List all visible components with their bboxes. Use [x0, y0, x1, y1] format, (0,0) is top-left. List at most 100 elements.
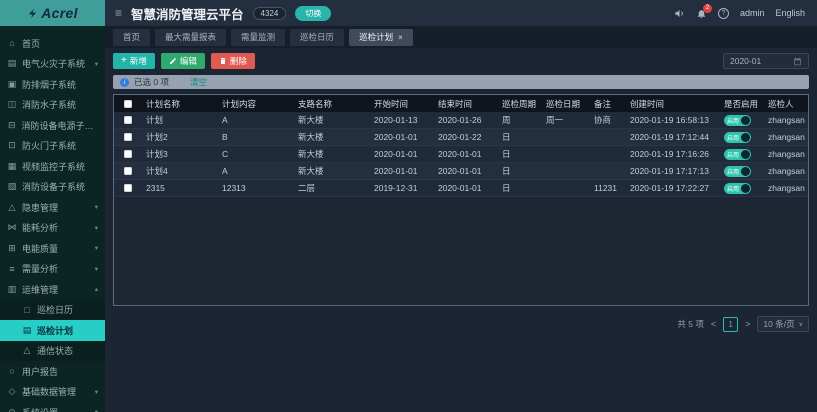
- sidebar-item-electrical-fire-subsystem[interactable]: ▤电气火灾子系统▾: [0, 54, 105, 75]
- sidebar-item-demand-analysis[interactable]: ≡需量分析▾: [0, 259, 105, 280]
- table-cell: 新大楼: [294, 131, 370, 143]
- sidebar-collapse-icon[interactable]: ≡: [115, 6, 122, 20]
- username[interactable]: admin: [740, 8, 765, 18]
- enabled-toggle[interactable]: 启用: [724, 132, 751, 143]
- content-panel: + 新增 编辑 删除 2020-01: [105, 48, 817, 412]
- sidebar-item-system-settings[interactable]: ⊙系统设置▾: [0, 402, 105, 412]
- table-row[interactable]: 计划4A新大楼2020-01-012020-01-01日2020-01-19 1…: [114, 163, 808, 180]
- sidebar-item-home[interactable]: ⌂首页: [0, 33, 105, 54]
- table-cell: 12313: [218, 183, 294, 193]
- table-cell: 2020-01-01: [370, 132, 434, 142]
- pencil-icon: [169, 57, 177, 65]
- table-row[interactable]: 计划2B新大楼2020-01-012020-01-22日2020-01-19 1…: [114, 129, 808, 146]
- current-page-button[interactable]: 1: [723, 317, 738, 332]
- enabled-toggle[interactable]: 启用: [724, 166, 751, 177]
- sidebar-item-basic-data-management[interactable]: ◇基础数据管理▾: [0, 382, 105, 403]
- sidebar-item-operations-management[interactable]: ▥运维管理▴: [0, 279, 105, 300]
- info-icon: i: [120, 78, 129, 87]
- tab-首页[interactable]: 首页: [113, 29, 150, 46]
- table-cell: 周: [498, 114, 542, 126]
- table-cell: 2020-01-19 17:12:44: [626, 132, 720, 142]
- sidebar-item-user-report[interactable]: ○用户报告: [0, 361, 105, 382]
- bell-icon[interactable]: 2: [696, 8, 707, 19]
- row-select-cell: [114, 150, 142, 158]
- column-header: 巡检日期: [542, 98, 590, 110]
- sidebar-item-energy-analysis[interactable]: ⋈能耗分析▾: [0, 218, 105, 239]
- table-cell: 日: [498, 148, 542, 160]
- select-all-checkbox[interactable]: [124, 100, 132, 108]
- sidebar-item-label: 用户报告: [22, 365, 58, 378]
- acrel-logo: Acrel: [0, 0, 105, 26]
- enabled-toggle[interactable]: 启用: [724, 183, 751, 194]
- tab-巡检计划[interactable]: 巡检计划×: [349, 29, 413, 46]
- speaker-icon[interactable]: [674, 8, 685, 19]
- tab-需量监测[interactable]: 需量监测: [231, 29, 285, 46]
- selection-info-bar: i 已选 0 项 清空: [113, 75, 809, 89]
- edit-button[interactable]: 编辑: [161, 53, 205, 69]
- enabled-toggle[interactable]: 启用: [724, 149, 751, 160]
- month-picker[interactable]: 2020-01: [723, 53, 809, 69]
- table-cell: zhangsan: [764, 115, 808, 125]
- language-switcher[interactable]: English: [775, 8, 805, 18]
- row-checkbox[interactable]: [124, 150, 132, 158]
- sidebar-item-equipment-power-subsystem[interactable]: ⊟消防设备电源子系统: [0, 115, 105, 136]
- sidebar-item-fire-water-subsystem[interactable]: ◫消防水子系统: [0, 95, 105, 116]
- tab-最大需量报表[interactable]: 最大需量报表: [155, 29, 226, 46]
- row-checkbox[interactable]: [124, 167, 132, 175]
- sidebar-item-power-quality[interactable]: ⊞电能质量▾: [0, 238, 105, 259]
- chevron-icon: ▾: [95, 388, 98, 396]
- sidebar-item-inspection-calendar[interactable]: □巡检日历: [0, 300, 105, 321]
- table-row[interactable]: 计划A新大楼2020-01-132020-01-26周周一协商2020-01-1…: [114, 112, 808, 129]
- row-checkbox[interactable]: [124, 116, 132, 124]
- switch-button[interactable]: 切换: [295, 6, 331, 21]
- sidebar-item-inspection-plan[interactable]: ▤巡检计划: [0, 320, 105, 341]
- month-picker-value: 2020-01: [730, 56, 761, 66]
- column-header: 创建时间: [626, 98, 720, 110]
- tab-label: 需量监测: [241, 31, 275, 43]
- table-cell: 二层: [294, 182, 370, 194]
- sidebar-item-fire-equipment-subsystem[interactable]: ▧消防设备子系统: [0, 177, 105, 198]
- sidebar-item-label: 基础数据管理: [22, 385, 76, 398]
- clear-selection-link[interactable]: 清空: [190, 76, 207, 88]
- tab-close-icon[interactable]: ×: [398, 33, 403, 42]
- next-page-button[interactable]: >: [745, 319, 750, 329]
- chevron-icon: ▾: [95, 60, 98, 68]
- table-cell: 计划3: [142, 148, 218, 160]
- page-size-select[interactable]: 10 条/页 ∨: [757, 316, 809, 332]
- header-right: 2 ? admin English: [674, 0, 817, 26]
- tab-巡检日历[interactable]: 巡检日历: [290, 29, 344, 46]
- prev-page-button[interactable]: <: [711, 319, 716, 329]
- chevron-icon: ▾: [95, 224, 98, 232]
- sidebar-item-video-monitoring-subsystem[interactable]: ▦视频监控子系统: [0, 156, 105, 177]
- row-checkbox[interactable]: [124, 133, 132, 141]
- chevron-icon: ▾: [95, 203, 98, 211]
- row-select-cell: [114, 184, 142, 192]
- table-cell: 11231: [590, 183, 626, 193]
- enabled-toggle[interactable]: 启用: [724, 115, 751, 126]
- table-cell: B: [218, 132, 294, 142]
- add-button[interactable]: + 新增: [113, 53, 155, 69]
- table-cell: 周一: [542, 114, 590, 126]
- column-header: 开始时间: [370, 98, 434, 110]
- table-row[interactable]: 231512313二层2019-12-312020-01-01日11231202…: [114, 180, 808, 197]
- table-cell: 新大楼: [294, 148, 370, 160]
- table-cell: A: [218, 115, 294, 125]
- table-cell: 2020-01-01: [434, 183, 498, 193]
- sidebar-menu: ⌂首页▤电气火灾子系统▾▣防排烟子系统◫消防水子系统⊟消防设备电源子系统⊡防火门…: [0, 26, 105, 412]
- sidebar-item-fire-door-subsystem[interactable]: ⊡防火门子系统: [0, 136, 105, 157]
- plus-icon: +: [121, 57, 127, 65]
- operations-management-icon: ▥: [7, 284, 17, 295]
- sidebar-item-smoke-exhaust-subsystem[interactable]: ▣防排烟子系统: [0, 74, 105, 95]
- sidebar-item-label: 电能质量: [22, 242, 58, 255]
- row-checkbox[interactable]: [124, 184, 132, 192]
- selection-count-text: 已选 0 项: [134, 76, 169, 88]
- table-row[interactable]: 计划3C新大楼2020-01-012020-01-01日2020-01-19 1…: [114, 146, 808, 163]
- app-window: Acrel ≡ 智慧消防管理云平台 4324 切换 2 ? admin Engl…: [0, 0, 817, 412]
- notification-count-badge: 2: [703, 4, 712, 13]
- sidebar-item-hazard-management[interactable]: △隐患管理▾: [0, 197, 105, 218]
- help-icon[interactable]: ?: [718, 8, 729, 19]
- toggle-label: 启用: [724, 184, 739, 193]
- delete-button[interactable]: 删除: [211, 53, 255, 69]
- table-cell: 2020-01-01: [434, 149, 498, 159]
- sidebar-item-communication-status[interactable]: △通信状态: [0, 341, 105, 362]
